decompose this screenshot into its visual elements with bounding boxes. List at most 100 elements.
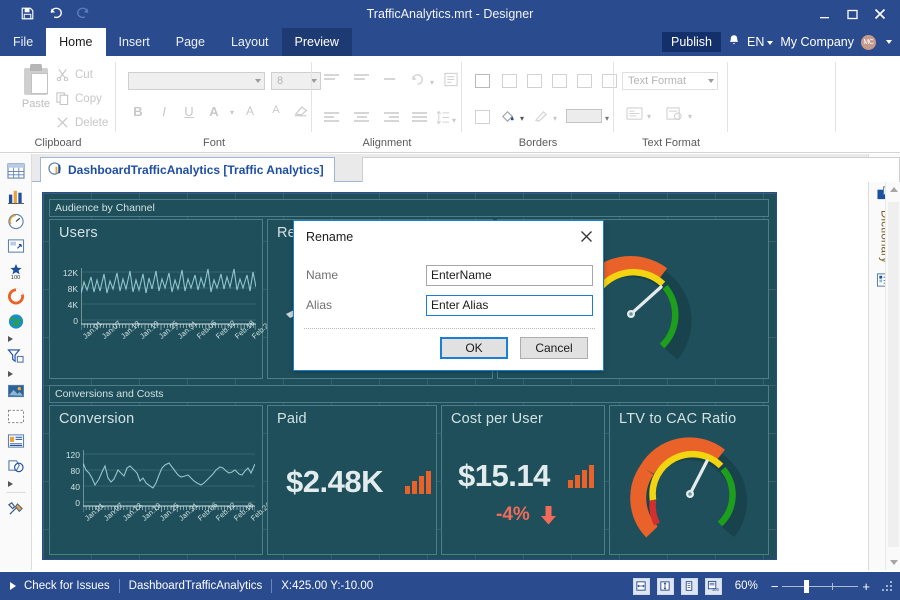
name-field[interactable]: EnterName (426, 265, 593, 286)
canvas-vertical-scrollbar[interactable] (885, 182, 900, 570)
tab-home[interactable]: Home (46, 28, 106, 56)
decrease-font-size-button[interactable]: A (268, 104, 284, 116)
scrollbar-thumb[interactable] (888, 202, 899, 547)
cut-button[interactable]: Cut (56, 68, 93, 81)
alias-field[interactable]: Enter Alias (426, 295, 593, 316)
border-top-button[interactable] (502, 74, 517, 88)
users-panel[interactable]: Users 12K 8K 4K 0 Jan.01 Jan.07 Jan.13 J… (49, 219, 273, 379)
band-audience-by-channel[interactable]: Audience by Channel (49, 199, 769, 217)
wrap-text-button[interactable] (444, 72, 459, 90)
align-right-button[interactable] (384, 112, 399, 124)
pie-tool-icon[interactable] (3, 284, 29, 308)
border-color-chevron-down-icon[interactable]: ▾ (553, 114, 557, 123)
tab-file[interactable]: File (0, 28, 46, 56)
document-tab[interactable]: DashboardTrafficAnalytics [Traffic Analy… (40, 157, 335, 182)
company-label[interactable]: My Company (780, 35, 854, 49)
save-icon[interactable] (18, 4, 36, 22)
font-color-chevron-down-icon[interactable]: ▾ (224, 108, 240, 117)
gauge-tool-icon[interactable] (3, 209, 29, 233)
view-single-page-icon[interactable] (632, 577, 650, 595)
underline-button[interactable]: U (181, 104, 197, 119)
border-right-button[interactable] (552, 74, 567, 88)
tab-page[interactable]: Page (163, 28, 218, 56)
indicator-tool-icon[interactable] (3, 234, 29, 258)
filter-tool-icon[interactable] (3, 344, 29, 368)
border-left-button[interactable] (527, 74, 542, 88)
shape-tool-expand-arrow-icon[interactable] (3, 479, 29, 488)
account-chevron-down-icon[interactable] (886, 40, 892, 44)
publish-button[interactable]: Publish (661, 32, 721, 52)
view-actual-size-icon[interactable]: 100 (704, 577, 722, 595)
format-date-icon[interactable] (666, 106, 683, 124)
zoom-out-button[interactable]: − (771, 580, 779, 593)
zoom-knob[interactable] (804, 579, 810, 593)
clear-formatting-icon[interactable] (293, 104, 309, 120)
check-issues-play-icon[interactable] (10, 582, 16, 590)
image-tool-icon[interactable] (3, 379, 29, 403)
avatar[interactable]: MC (861, 34, 876, 50)
cost-per-user-panel[interactable]: Cost per User $15.14 -4% (441, 405, 605, 555)
rotation-chevron-down-icon[interactable]: ▾ (430, 78, 434, 87)
conversion-panel[interactable]: Conversion 120 80 40 0 Jan.01 Jan.07 Jan… (49, 405, 272, 555)
tab-preview[interactable]: Preview (281, 28, 352, 56)
bold-button[interactable]: B (130, 104, 146, 119)
shape-tool-icon[interactable] (3, 454, 29, 478)
language-selector[interactable]: EN (747, 35, 774, 49)
border-color-icon[interactable] (534, 108, 550, 127)
map-tool-expand-arrow-icon[interactable] (3, 334, 29, 343)
delete-button[interactable]: Delete (56, 116, 108, 129)
filter-tool-expand-arrow-icon[interactable] (3, 369, 29, 378)
cancel-button[interactable]: Cancel (520, 337, 588, 359)
resize-grip-icon[interactable] (880, 579, 894, 593)
table-tool-icon[interactable] (3, 159, 29, 183)
zoom-slider[interactable]: − + (771, 579, 870, 593)
view-fit-page-icon[interactable] (680, 577, 698, 595)
text-format-combo[interactable]: Text Format (622, 72, 718, 90)
ltv-cac-panel[interactable]: LTV to CAC Ratio (609, 405, 769, 555)
scroll-down-button[interactable] (886, 555, 900, 570)
border-all-button[interactable] (475, 74, 490, 88)
map-tool-icon[interactable] (3, 309, 29, 333)
view-continuous-icon[interactable] (656, 577, 674, 595)
richtext-tool-icon[interactable] (3, 429, 29, 453)
border-style-preview[interactable] (566, 109, 602, 123)
close-icon[interactable] (575, 226, 597, 246)
fill-color-icon[interactable] (500, 108, 516, 127)
text-rotation-button[interactable] (410, 72, 425, 90)
line-spacing-chevron-down-icon[interactable]: ▾ (452, 116, 456, 125)
rename-dialog[interactable]: Rename Name EnterName Alias Enter Alias … (293, 220, 604, 371)
zoom-track[interactable] (782, 579, 859, 593)
panel-tool-icon[interactable] (3, 404, 29, 428)
tab-layout[interactable]: Layout (218, 28, 282, 56)
align-justify-button[interactable] (412, 112, 427, 124)
ok-button[interactable]: OK (440, 337, 508, 359)
minimize-button[interactable] (810, 0, 838, 28)
notification-bell-icon[interactable] (728, 34, 740, 50)
redo-icon[interactable] (74, 4, 92, 22)
tab-insert[interactable]: Insert (106, 28, 163, 56)
tools-tool-icon[interactable] (3, 497, 29, 521)
format-cell-icon[interactable] (626, 106, 643, 124)
line-spacing-button[interactable] (436, 110, 450, 128)
border-style-chevron-down-icon[interactable]: ▾ (605, 114, 609, 123)
progress-tool-icon[interactable]: 100 (3, 259, 29, 283)
font-family-combo[interactable] (128, 72, 265, 90)
align-center-button[interactable] (354, 112, 369, 124)
border-outside-button[interactable] (475, 110, 490, 124)
fill-chevron-down-icon[interactable]: ▾ (520, 114, 524, 123)
close-button[interactable] (866, 0, 894, 28)
check-for-issues-button[interactable]: Check for Issues (24, 580, 119, 592)
chart-tool-icon[interactable] (3, 184, 29, 208)
copy-button[interactable]: Copy (56, 92, 102, 105)
band-conversions-and-costs[interactable]: Conversions and Costs (49, 385, 769, 403)
align-bottom-button[interactable] (384, 78, 399, 90)
format-date-chevron-down-icon[interactable]: ▾ (688, 112, 692, 121)
scroll-up-button[interactable] (886, 182, 900, 197)
paid-panel[interactable]: Paid $2.48K (267, 405, 437, 555)
border-bottom-button[interactable] (577, 74, 592, 88)
align-left-button[interactable] (324, 112, 339, 124)
zoom-in-button[interactable]: + (862, 580, 870, 593)
align-middle-button[interactable] (354, 74, 369, 86)
increase-font-size-button[interactable]: A (242, 104, 258, 118)
paste-button[interactable]: Paste (14, 64, 58, 110)
